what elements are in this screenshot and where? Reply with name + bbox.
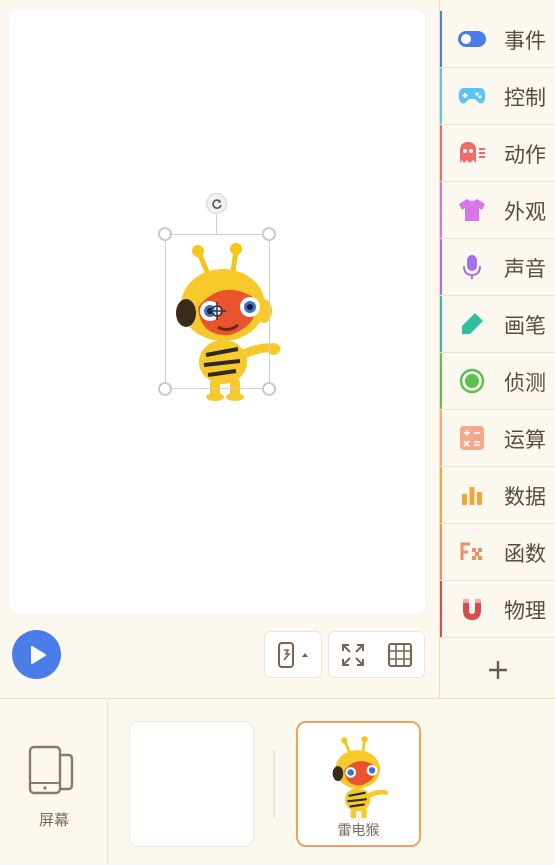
rotate-handle[interactable]	[206, 193, 227, 214]
view-tools	[328, 631, 425, 678]
gamepad-icon	[458, 82, 486, 110]
category-pen[interactable]: 画笔	[440, 296, 555, 353]
category-motion[interactable]: 动作	[440, 125, 555, 182]
device-select-button[interactable]	[265, 632, 321, 677]
rotation-line	[216, 212, 217, 234]
calculator-icon	[458, 424, 486, 452]
resize-handle-top-right[interactable]	[262, 227, 276, 241]
device-selector[interactable]	[264, 631, 322, 678]
function-icon	[458, 538, 486, 566]
shirt-icon	[458, 196, 486, 224]
category-stripe	[440, 125, 442, 181]
microphone-icon	[458, 253, 486, 281]
screen-label: 屏幕	[38, 811, 69, 829]
bar-chart-icon	[458, 481, 486, 509]
category-label: 数据	[504, 485, 546, 509]
stage-area	[0, 0, 439, 698]
caret-up-icon	[301, 652, 308, 657]
category-functions[interactable]: 函数	[440, 524, 555, 581]
category-label: 动作	[504, 143, 546, 167]
block-categories: 事件 控制 动作 外观 声音 画笔 侦测 运算 数据 函数 物理	[439, 0, 555, 698]
category-events[interactable]: 事件	[440, 11, 555, 68]
devices-icon	[28, 745, 74, 795]
category-operators[interactable]: 运算	[440, 410, 555, 467]
sprite-card-selected[interactable]: 雷电猴	[296, 721, 421, 847]
category-label: 函数	[504, 542, 546, 566]
category-stripe	[440, 68, 442, 124]
magnet-icon	[458, 595, 486, 623]
category-label: 控制	[504, 86, 546, 110]
stage-canvas[interactable]	[10, 10, 425, 613]
plus-icon	[489, 660, 507, 679]
category-stripe	[440, 182, 442, 238]
category-label: 运算	[504, 428, 546, 452]
stage-background-card[interactable]	[129, 721, 254, 847]
category-label: 画笔	[504, 314, 546, 338]
crosshair-icon	[208, 302, 226, 320]
category-sensing[interactable]: 侦测	[440, 353, 555, 410]
category-stripe	[440, 467, 442, 523]
ghost-icon	[458, 139, 486, 167]
pen-icon	[458, 310, 486, 338]
category-stripe	[440, 353, 442, 409]
play-icon	[30, 645, 46, 664]
phone-icon	[277, 641, 294, 668]
add-category-button[interactable]	[440, 641, 555, 698]
rotate-icon	[211, 198, 222, 209]
fullscreen-button[interactable]	[329, 632, 377, 677]
category-label: 侦测	[504, 371, 546, 395]
category-label: 物理	[504, 599, 546, 623]
resize-handle-bottom-left[interactable]	[158, 382, 172, 396]
grid-icon	[388, 642, 413, 667]
category-label: 事件	[504, 29, 546, 53]
resize-handle-top-left[interactable]	[158, 227, 172, 241]
grid-button[interactable]	[377, 632, 425, 677]
resize-handle-bottom-right[interactable]	[262, 382, 276, 396]
category-sound[interactable]: 声音	[440, 239, 555, 296]
category-physics[interactable]: 物理	[440, 581, 555, 638]
category-stripe	[440, 581, 442, 637]
category-looks[interactable]: 外观	[440, 182, 555, 239]
category-stripe	[440, 410, 442, 466]
category-stripe	[440, 239, 442, 295]
category-control[interactable]: 控制	[440, 68, 555, 125]
radar-icon	[458, 367, 486, 395]
category-stripe	[440, 524, 442, 580]
category-label: 外观	[504, 200, 546, 224]
toggle-icon	[458, 25, 486, 53]
divider	[273, 750, 275, 817]
fullscreen-icon	[341, 643, 364, 666]
screen-panel[interactable]: 屏幕	[0, 699, 108, 865]
category-data[interactable]: 数据	[440, 467, 555, 524]
category-label: 声音	[504, 257, 546, 281]
category-stripe	[440, 11, 442, 67]
category-stripe	[440, 296, 442, 352]
sprite-card-label: 雷电猴	[337, 823, 380, 839]
sprite-thumbnail	[332, 736, 389, 819]
play-button[interactable]	[12, 630, 61, 679]
sprite-bar: 屏幕 雷电猴	[0, 698, 555, 865]
